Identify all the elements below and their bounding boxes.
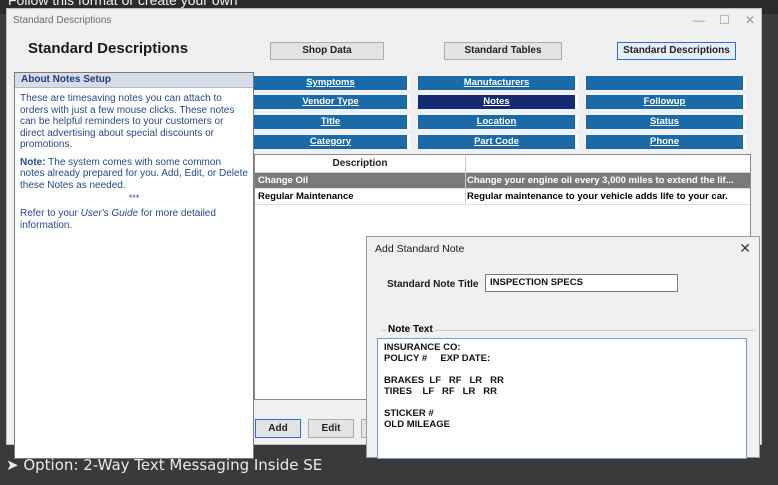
nav-phone[interactable]: Phone [586, 135, 746, 149]
caption-overlay: ➤ Option: 2-Way Text Messaging Inside SE [6, 456, 323, 474]
info-panel: About Notes Setup These are timesaving n… [14, 72, 254, 459]
dialog-close-icon[interactable]: ✕ [739, 240, 751, 257]
note-label: Note: [20, 156, 46, 168]
nav-vendor-type[interactable]: Vendor Type [254, 95, 410, 109]
nav-part-code[interactable]: Part Code [418, 135, 578, 149]
note-title-input[interactable]: INSPECTION SPECS [485, 274, 678, 292]
nav-category[interactable]: Category [254, 135, 410, 149]
note-title-label: Standard Note Title [387, 279, 479, 290]
info-paragraph-1: These are timesaving notes you can attac… [20, 93, 235, 150]
table-row[interactable]: Regular Maintenance Regular maintenance … [255, 189, 750, 205]
shop-data-button[interactable]: Shop Data [270, 42, 384, 60]
close-icon[interactable]: ✕ [745, 13, 755, 27]
row-description: Regular maintenance to your vehicle adds… [467, 191, 728, 202]
info-paragraph-2: Note: The system comes with some common … [15, 157, 253, 192]
row-name: Change Oil [258, 175, 309, 186]
note-text-label: Note Text [386, 324, 435, 335]
column-divider [465, 155, 466, 173]
nav-notes[interactable]: Notes [418, 95, 578, 109]
nav-manufacturers[interactable]: Manufacturers [418, 76, 578, 90]
info-panel-heading: About Notes Setup [15, 73, 253, 88]
note-text-area[interactable]: INSURANCE CO: POLICY # EXP DATE: BRAKES … [377, 338, 747, 459]
nav-symptoms[interactable]: Symptoms [254, 76, 410, 90]
edit-button[interactable]: Edit [308, 419, 354, 438]
standard-tables-button[interactable]: Standard Tables [444, 42, 562, 60]
cell-divider [465, 173, 466, 189]
dialog-title: Add Standard Note [375, 243, 465, 255]
add-button[interactable]: Add [255, 419, 301, 438]
minimize-icon[interactable]: — [693, 13, 705, 27]
nav-location[interactable]: Location [418, 115, 578, 129]
nav-status[interactable]: Status [586, 115, 746, 129]
guide-text-pre: Refer to your [20, 208, 81, 219]
standard-descriptions-button[interactable]: Standard Descriptions [617, 42, 736, 60]
window-title: Standard Descriptions [13, 15, 112, 26]
maximize-icon[interactable]: ☐ [719, 13, 730, 27]
column-header-description[interactable]: Description [255, 158, 465, 169]
grid-header: Description [255, 155, 750, 173]
info-paragraph-3: Refer to your User's Guide for more deta… [15, 208, 253, 231]
top-banner-text: Follow this format or create your own [8, 0, 238, 8]
table-row[interactable]: Change Oil Change your engine oil every … [255, 173, 750, 189]
users-guide-link: User's Guide [80, 208, 139, 219]
row-name: Regular Maintenance [258, 191, 354, 202]
nav-title[interactable]: Title [254, 115, 410, 129]
add-standard-note-dialog: Add Standard Note ✕ Standard Note Title … [366, 236, 760, 459]
separator-stars: *** [128, 193, 140, 203]
nav-empty[interactable] [586, 76, 746, 90]
row-description: Change your engine oil every 3,000 miles… [467, 175, 734, 186]
page-title: Standard Descriptions [28, 40, 189, 57]
note-text: The system comes with some common notes … [20, 156, 248, 191]
nav-followup[interactable]: Followup [586, 95, 746, 109]
cell-divider [465, 189, 466, 205]
